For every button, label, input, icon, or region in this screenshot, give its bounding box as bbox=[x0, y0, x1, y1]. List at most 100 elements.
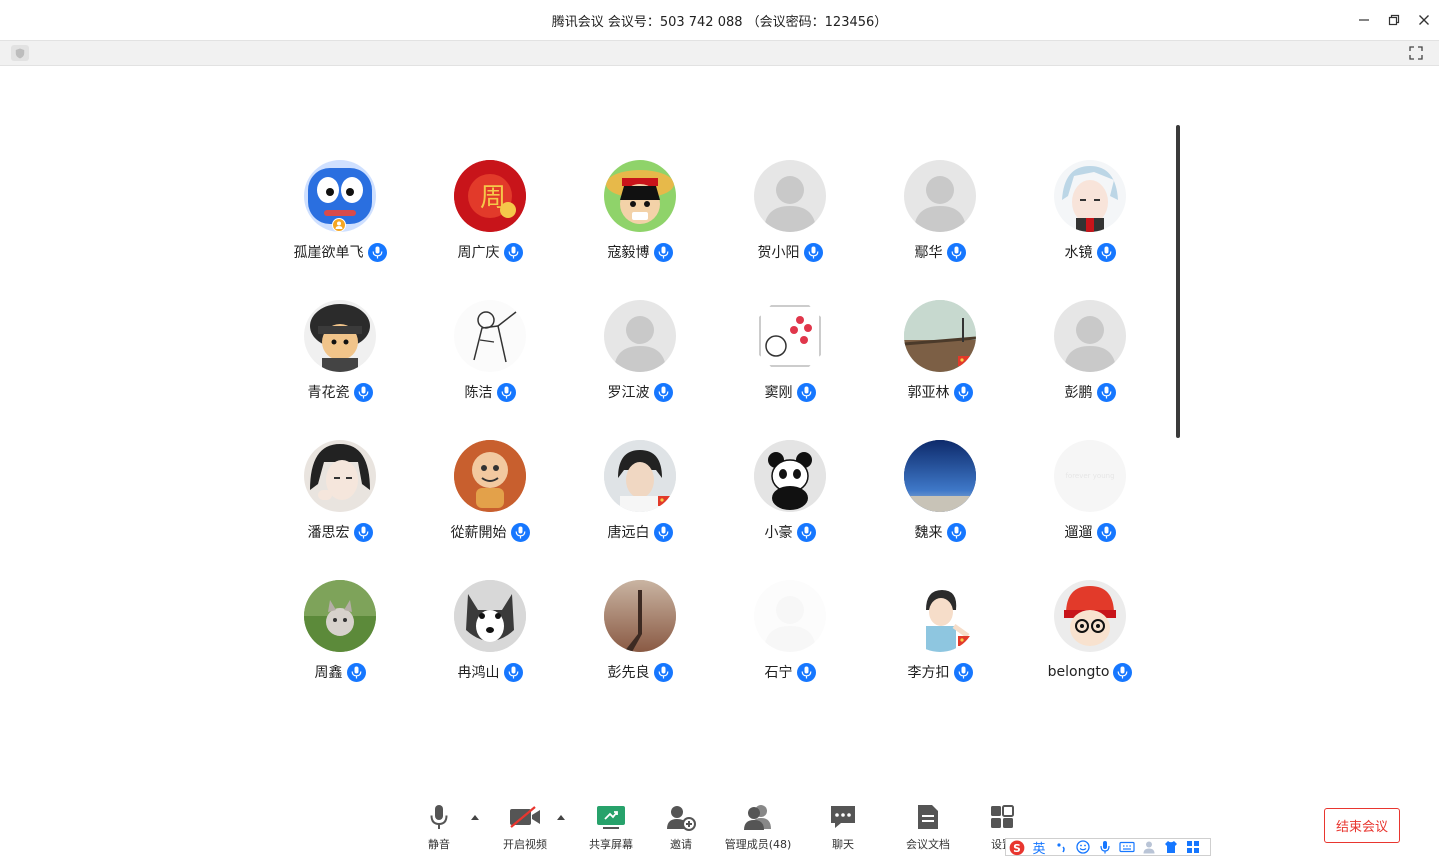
restore-button[interactable] bbox=[1379, 0, 1409, 40]
participant-tile[interactable]: 石宁 bbox=[715, 580, 865, 720]
microphone-icon bbox=[658, 666, 668, 678]
mic-status-icon bbox=[653, 242, 673, 262]
toolbox-icon[interactable] bbox=[1184, 839, 1202, 855]
participant-tile[interactable]: 青花瓷 bbox=[265, 300, 415, 440]
participant-tile[interactable]: 贺小阳 bbox=[715, 160, 865, 300]
participant-avatar bbox=[604, 580, 676, 652]
mic-status-icon bbox=[653, 522, 673, 542]
minimize-button[interactable] bbox=[1349, 0, 1379, 40]
voice-input-icon[interactable] bbox=[1096, 839, 1114, 855]
participant-tile[interactable]: 寇毅博 bbox=[565, 160, 715, 300]
participant-tile[interactable]: 彭先良 bbox=[565, 580, 715, 720]
fullscreen-button[interactable] bbox=[1407, 45, 1425, 61]
participant-tile[interactable]: 彭鹏 bbox=[1015, 300, 1165, 440]
manage-members-button[interactable]: 管理成员(48) bbox=[725, 800, 791, 852]
participant-name: 周广庆 bbox=[457, 245, 500, 261]
caret-up-icon bbox=[471, 814, 479, 820]
sogou-logo-icon[interactable]: S bbox=[1008, 839, 1026, 856]
participant-tile[interactable]: 鄢华 bbox=[865, 160, 1015, 300]
audio-options-caret[interactable] bbox=[470, 812, 480, 822]
participant-avatar bbox=[754, 440, 826, 512]
microphone-icon bbox=[351, 666, 361, 678]
microphone-icon bbox=[358, 386, 368, 398]
participant-name: 潘思宏 bbox=[307, 525, 350, 541]
meeting-title: 腾讯会议 会议号：503 742 088 （会议密码：123456） bbox=[551, 14, 888, 30]
participant-tile[interactable]: 陈洁 bbox=[415, 300, 565, 440]
restore-icon bbox=[1388, 14, 1400, 26]
flag-icon bbox=[958, 356, 970, 366]
invite-button[interactable]: 邀请 bbox=[664, 800, 698, 852]
participant-name: 魏来 bbox=[914, 525, 943, 541]
docs-label: 会议文档 bbox=[906, 838, 950, 851]
participant-tile[interactable]: 周周广庆 bbox=[415, 160, 565, 300]
ime-language-toggle[interactable]: 英 bbox=[1030, 839, 1048, 857]
skin-icon[interactable] bbox=[1162, 839, 1180, 855]
participant-tile[interactable]: 郭亚林 bbox=[865, 300, 1015, 440]
participant-name-row: 郭亚林 bbox=[908, 382, 973, 402]
keyboard-icon[interactable] bbox=[1118, 839, 1136, 855]
share-screen-button[interactable]: 共享屏幕 bbox=[586, 800, 636, 852]
members-label: 管理成员(48) bbox=[724, 838, 792, 851]
microphone-icon bbox=[801, 666, 811, 678]
participant-avatar bbox=[904, 580, 976, 652]
meeting-docs-button[interactable]: 会议文档 bbox=[905, 800, 951, 852]
end-meeting-button[interactable]: 结束会议 bbox=[1324, 808, 1400, 843]
participant-name-row: 魏来 bbox=[915, 522, 966, 542]
grid-scrollbar[interactable] bbox=[1176, 125, 1180, 438]
participant-name-row: 小豪 bbox=[765, 522, 816, 542]
participant-name-row: 潘思宏 bbox=[308, 522, 373, 542]
svg-text:forever young: forever young bbox=[1065, 472, 1114, 480]
participant-tile[interactable]: 潘思宏 bbox=[265, 440, 415, 580]
participant-avatar bbox=[904, 440, 976, 512]
participant-tile[interactable]: 唐远白 bbox=[565, 440, 715, 580]
security-button[interactable] bbox=[11, 45, 29, 61]
mic-status-icon bbox=[1113, 662, 1133, 682]
mute-button[interactable]: 静音 bbox=[423, 800, 455, 852]
participant-tile[interactable]: 周鑫 bbox=[265, 580, 415, 720]
participant-tile[interactable]: forever young 遛遛 bbox=[1015, 440, 1165, 580]
participant-name: 孤崖欲单飞 bbox=[293, 245, 364, 261]
mic-status-icon bbox=[653, 382, 673, 402]
participant-grid: 孤崖欲单飞 周周广庆 寇毅博 贺小阳 鄢华水镜青花瓷 陈洁罗江波 窦刚 郭亚林 彭鹏潘思宏 從薪開… bbox=[265, 160, 1165, 720]
ime-toolbar: S 英 bbox=[1005, 838, 1211, 857]
participant-name-row: 周广庆 bbox=[458, 242, 523, 262]
participant-tile[interactable]: 孤崖欲单飞 bbox=[265, 160, 415, 300]
participant-name-row: 水镜 bbox=[1065, 242, 1116, 262]
microphone-icon bbox=[1101, 246, 1111, 258]
start-video-button[interactable]: 开启视频 bbox=[500, 800, 550, 852]
participant-tile[interactable]: 冉鸿山 bbox=[415, 580, 565, 720]
shield-icon bbox=[15, 48, 25, 58]
video-options-caret[interactable] bbox=[556, 812, 566, 822]
emoji-icon[interactable] bbox=[1074, 839, 1092, 855]
participant-tile[interactable]: 罗江波 bbox=[565, 300, 715, 440]
microphone-icon bbox=[1101, 386, 1111, 398]
microphone-icon bbox=[658, 246, 668, 258]
participant-tile[interactable]: 窦刚 bbox=[715, 300, 865, 440]
punctuation-icon[interactable] bbox=[1052, 839, 1070, 855]
participant-name-row: 遛遛 bbox=[1065, 522, 1116, 542]
chat-icon bbox=[831, 806, 855, 828]
participant-avatar bbox=[754, 580, 826, 652]
participant-name: 青花瓷 bbox=[307, 385, 350, 401]
invite-user-icon bbox=[667, 806, 696, 831]
svg-text:S: S bbox=[1013, 842, 1021, 855]
chat-button[interactable]: 聊天 bbox=[828, 800, 858, 852]
microphone-icon bbox=[801, 386, 811, 398]
participant-tile[interactable]: 魏来 bbox=[865, 440, 1015, 580]
close-button[interactable] bbox=[1409, 0, 1439, 40]
mic-status-icon bbox=[367, 242, 387, 262]
share-screen-icon bbox=[597, 806, 625, 829]
participant-name: 窦刚 bbox=[764, 385, 793, 401]
mic-status-icon bbox=[503, 242, 523, 262]
participant-tile[interactable]: 小豪 bbox=[715, 440, 865, 580]
user-center-icon[interactable] bbox=[1140, 839, 1158, 855]
participant-tile[interactable]: 從薪開始 bbox=[415, 440, 565, 580]
microphone-icon bbox=[358, 526, 368, 538]
minimize-icon bbox=[1359, 19, 1369, 21]
participant-tile[interactable]: belongto bbox=[1015, 580, 1165, 720]
participant-name: 罗江波 bbox=[607, 385, 650, 401]
mic-status-icon bbox=[353, 522, 373, 542]
participant-tile[interactable]: 水镜 bbox=[1015, 160, 1165, 300]
participant-tile[interactable]: 李方扣 bbox=[865, 580, 1015, 720]
participant-name: 遛遛 bbox=[1064, 525, 1093, 541]
